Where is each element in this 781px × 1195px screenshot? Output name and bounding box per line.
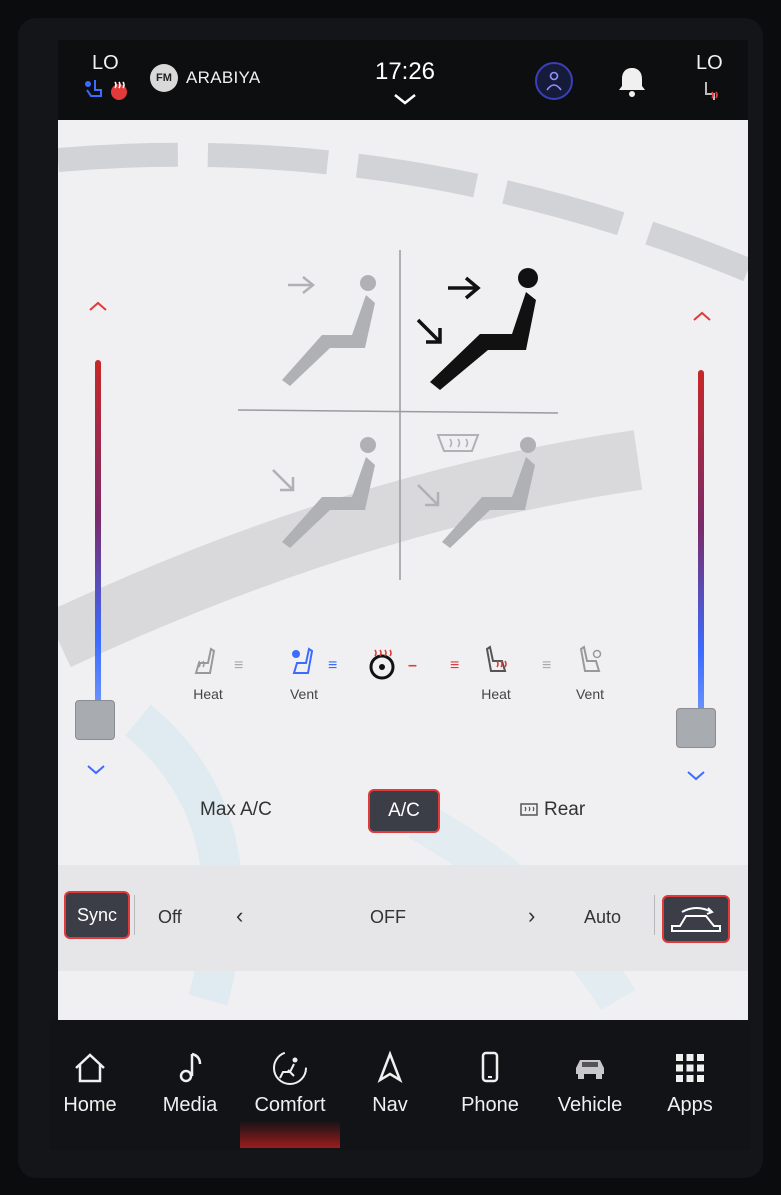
recirculation-button[interactable]	[662, 895, 730, 943]
fan-speed-value: OFF	[370, 907, 406, 927]
passenger-seat-heat-button[interactable]: Heat	[466, 645, 526, 702]
status-bar: LO FM ARABIYA 17:26 LO	[58, 40, 748, 120]
nav-home[interactable]: Home	[40, 1038, 140, 1148]
airflow-bilevel-mode[interactable]	[408, 250, 558, 400]
right-temp-slider-track[interactable]	[698, 370, 704, 720]
left-temp-slider-thumb[interactable]	[75, 700, 115, 740]
passenger-heat-level: ≡	[450, 657, 460, 674]
nav-phone-label: Phone	[461, 1094, 519, 1116]
ac-button[interactable]: A/C	[368, 789, 440, 833]
navigation-arrow-icon	[377, 1050, 403, 1083]
left-temp-slider-track[interactable]	[95, 360, 101, 710]
fan-increase-button[interactable]: ›	[528, 903, 535, 929]
airflow-floor-mode[interactable]	[248, 425, 398, 575]
passenger-seat-status[interactable]: LO	[688, 52, 732, 112]
rear-label: Rear	[544, 799, 586, 820]
right-temp-slider-thumb[interactable]	[676, 708, 716, 748]
nav-media[interactable]: Media	[140, 1038, 240, 1148]
seat-heat-icon	[485, 645, 507, 672]
seat-bilevel-airflow-icon	[416, 268, 538, 390]
seat-fan-icon	[85, 80, 102, 97]
driver-assist-icon[interactable]	[535, 62, 573, 100]
right-temp-up-icon[interactable]	[690, 308, 714, 324]
nav-nav-label: Nav	[372, 1094, 408, 1116]
bottom-nav: Home Media Comfort Nav Phone Vehicle App…	[50, 1020, 750, 1150]
vehicle-icon	[576, 1060, 604, 1079]
passenger-seat-vent-button[interactable]: Vent	[560, 645, 620, 702]
driver-heat-label: Heat	[193, 686, 223, 702]
steering-heat-level: –	[408, 657, 417, 674]
left-temp-down-icon[interactable]	[84, 762, 108, 778]
driver-seat-vent-button[interactable]: Vent	[274, 645, 334, 702]
driver-temp-label: LO	[92, 52, 119, 74]
seat-floor-defrost-icon	[417, 434, 536, 548]
nav-phone[interactable]: Phone	[440, 1038, 540, 1148]
comfort-icon	[273, 1051, 307, 1085]
nav-vehicle-label: Vehicle	[557, 1094, 623, 1116]
phone-icon	[481, 1051, 499, 1083]
radio-band-badge[interactable]: FM	[150, 64, 178, 92]
home-icon	[75, 1053, 105, 1083]
airflow-panel-mode[interactable]	[248, 255, 398, 405]
airflow-mode-grid	[238, 250, 558, 580]
driver-seat-heat-button[interactable]: Heat	[178, 645, 238, 702]
driver-vent-level: ≡	[328, 657, 338, 674]
nav-media-label: Media	[162, 1094, 218, 1116]
chevron-down-icon[interactable]	[390, 90, 420, 108]
radio-station-name[interactable]: ARABIYA	[186, 68, 261, 88]
recirculation-icon	[671, 907, 721, 932]
fan-off-button[interactable]: Off	[158, 907, 182, 928]
driver-vent-label: Vent	[289, 686, 319, 702]
seat-vent-icon	[579, 645, 602, 672]
airflow-floor-defrost-mode[interactable]	[408, 425, 558, 575]
nav-nav[interactable]: Nav	[340, 1038, 440, 1148]
passenger-vent-level: ≡	[542, 657, 552, 674]
seat-vent-icon	[292, 647, 314, 674]
seat-panel-airflow-icon	[282, 275, 376, 386]
passenger-vent-label: Vent	[575, 686, 605, 702]
nav-comfort-label: Comfort	[254, 1094, 326, 1116]
seat-controls: Heat ≡ Vent ≡ – ≡ Heat ≡ Vent	[168, 645, 638, 715]
nav-apps[interactable]: Apps	[640, 1038, 740, 1148]
heated-steering-wheel-button[interactable]	[362, 647, 402, 684]
divider	[134, 895, 135, 935]
sync-button[interactable]: Sync	[64, 891, 130, 939]
nav-vehicle[interactable]: Vehicle	[540, 1038, 640, 1148]
ac-controls: Max A/C A/C Rear	[58, 785, 748, 835]
fan-decrease-button[interactable]: ‹	[236, 903, 243, 929]
seat-heat-icon	[194, 647, 216, 674]
left-temp-up-icon[interactable]	[86, 298, 110, 314]
nav-home-label: Home	[63, 1094, 117, 1116]
nav-comfort[interactable]: Comfort	[240, 1038, 340, 1148]
seat-heat-icon	[705, 82, 718, 100]
climate-screen: Heat ≡ Vent ≡ – ≡ Heat ≡ Vent Max A/C A/…	[58, 120, 748, 1020]
heated-steering-wheel-icon	[369, 649, 395, 680]
bell-icon[interactable]	[614, 64, 650, 100]
driver-seat-status[interactable]: LO	[82, 52, 138, 108]
driver-heat-level: ≡	[234, 657, 244, 674]
nav-apps-label: Apps	[667, 1094, 713, 1116]
seat-floor-airflow-icon	[272, 437, 376, 548]
passenger-temp-label: LO	[696, 52, 723, 74]
divider	[654, 895, 655, 935]
max-ac-button[interactable]: Max A/C	[200, 799, 272, 821]
apps-grid-icon	[676, 1054, 704, 1082]
fan-auto-button[interactable]: Auto	[584, 907, 621, 928]
clock: 17:26	[374, 58, 436, 85]
rear-defrost-icon	[520, 803, 538, 816]
rear-defrost-button[interactable]: Rear	[520, 799, 585, 821]
music-note-icon	[179, 1052, 202, 1083]
passenger-heat-label: Heat	[481, 686, 511, 702]
fan-speed-bar: Sync Off ‹ OFF › Auto	[58, 865, 748, 971]
right-temp-down-icon[interactable]	[684, 768, 708, 784]
seat-heat-icon	[111, 81, 127, 100]
